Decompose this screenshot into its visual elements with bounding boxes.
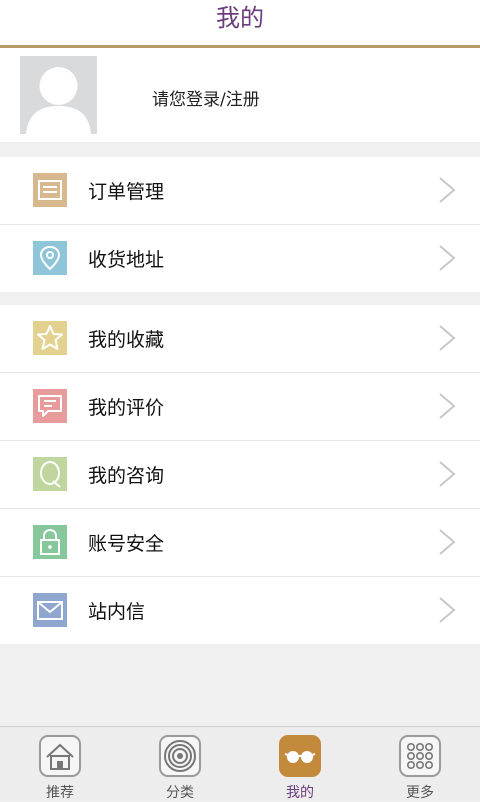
tab-recommend[interactable]: 推荐 <box>0 727 120 801</box>
menu-item-my-reviews[interactable]: 我的评价 <box>0 373 480 441</box>
grid-dots-icon <box>399 735 441 777</box>
consult-icon <box>33 457 67 491</box>
page-title: 我的 <box>216 4 264 32</box>
chevron-right-icon <box>430 175 460 205</box>
menu-item-label: 我的评价 <box>88 397 165 419</box>
comment-icon <box>33 389 67 423</box>
location-pin-icon <box>33 241 67 275</box>
order-list-icon <box>33 173 67 207</box>
tab-category[interactable]: 分类 <box>120 727 240 801</box>
chevron-right-icon <box>430 243 460 273</box>
target-icon <box>159 735 201 777</box>
chevron-right-icon <box>430 527 460 557</box>
menu-item-shipping-address[interactable]: 收货地址 <box>0 225 480 292</box>
menu-item-label: 订单管理 <box>88 181 165 203</box>
chevron-right-icon <box>430 595 460 625</box>
menu-item-account-security[interactable]: 账号安全 <box>0 509 480 577</box>
menu-group-orders: 订单管理 收货地址 <box>0 157 480 292</box>
chevron-right-icon <box>430 391 460 421</box>
menu-group-account: 我的收藏 我的评价 我的咨询 账号安全 站内信 <box>0 305 480 644</box>
login-register-link[interactable]: 请您登录/注册 <box>152 85 260 110</box>
chevron-right-icon <box>430 459 460 489</box>
star-icon <box>33 321 67 355</box>
menu-item-label: 账号安全 <box>88 533 165 555</box>
chevron-right-icon <box>430 323 460 353</box>
menu-item-label: 站内信 <box>88 601 146 623</box>
menu-item-label: 收货地址 <box>88 249 165 271</box>
menu-item-order-management[interactable]: 订单管理 <box>0 157 480 225</box>
menu-item-favorites[interactable]: 我的收藏 <box>0 305 480 373</box>
lock-icon <box>33 525 67 559</box>
glasses-icon <box>279 735 321 777</box>
profile-card[interactable]: 请您登录/注册 <box>0 48 480 142</box>
avatar-placeholder-icon[interactable] <box>20 56 97 134</box>
top-header: 我的 <box>0 0 480 48</box>
menu-item-label: 我的咨询 <box>88 465 165 487</box>
tab-label: 我的 <box>286 785 314 801</box>
mail-icon <box>33 593 67 627</box>
bottom-tab-bar: 推荐 分类 我的 更多 <box>0 726 480 801</box>
menu-item-site-messages[interactable]: 站内信 <box>0 577 480 644</box>
tab-label: 推荐 <box>46 785 74 801</box>
tab-mine[interactable]: 我的 <box>240 727 360 801</box>
home-icon <box>39 735 81 777</box>
menu-item-my-consultations[interactable]: 我的咨询 <box>0 441 480 509</box>
tab-label: 更多 <box>406 785 434 801</box>
tab-more[interactable]: 更多 <box>360 727 480 801</box>
menu-item-label: 我的收藏 <box>88 329 165 351</box>
tab-label: 分类 <box>166 785 194 801</box>
